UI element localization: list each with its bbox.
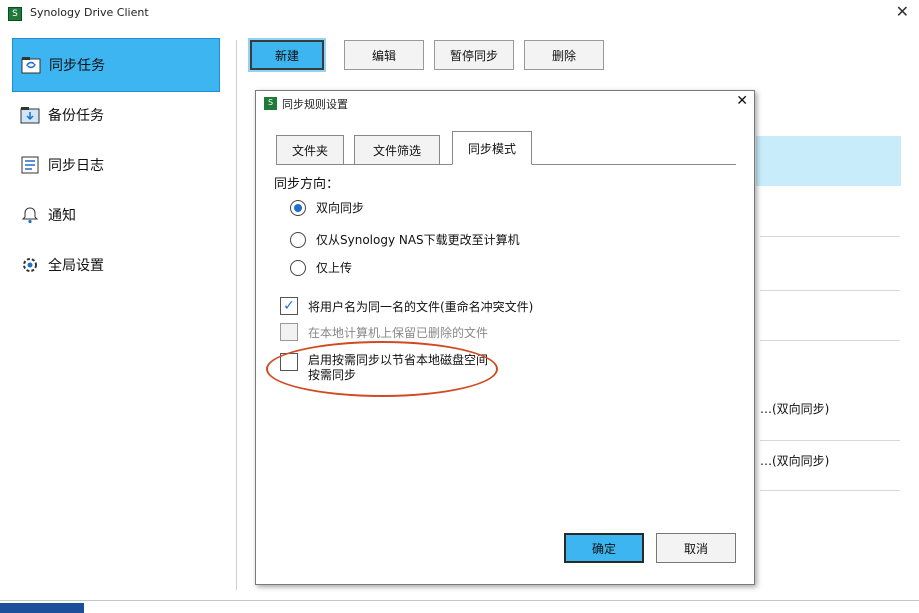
window-close-button[interactable]: ✕ (896, 2, 909, 21)
dialog-close-button[interactable]: ✕ (736, 93, 748, 109)
radio-two-way[interactable]: 双向同步 (290, 199, 364, 216)
window-title: Synology Drive Client (30, 6, 149, 19)
backup-folder-icon (20, 105, 40, 125)
dialog-title: 同步规则设置 (282, 98, 348, 111)
checkbox-label: 在本地计算机上保留已删除的文件 (308, 325, 489, 340)
sidebar: 同步任务 备份任务 同步日志 通知 全局设置 (0, 30, 230, 600)
sidebar-item-sync-tasks[interactable]: 同步任务 (12, 38, 220, 92)
radio-label: 双向同步 (316, 201, 365, 215)
ok-button[interactable]: 确定 (564, 533, 644, 563)
tab-folder[interactable]: 文件夹 (276, 135, 344, 165)
gear-icon (20, 255, 40, 275)
taskbar-indicator (0, 603, 84, 613)
checkbox[interactable]: ✓ (280, 297, 298, 315)
sync-folder-icon (21, 55, 41, 75)
task-row-status: …(双向同步) (760, 454, 830, 468)
dialog-app-icon: S (264, 97, 277, 110)
log-icon (20, 155, 40, 175)
checkbox-rename-conflict[interactable]: ✓ 将用户名为同一名的文件(重命名冲突文件) (280, 297, 533, 315)
tab-file-filter[interactable]: 文件筛选 (354, 135, 440, 165)
list-divider (760, 290, 900, 291)
list-divider (760, 440, 900, 441)
sidebar-item-notifications[interactable]: 通知 (12, 200, 220, 230)
checkbox (280, 323, 298, 341)
sidebar-item-label: 通知 (48, 208, 76, 224)
sidebar-item-label: 备份任务 (48, 108, 104, 124)
selected-task-row[interactable] (756, 136, 901, 186)
sidebar-divider (236, 40, 237, 590)
radio-upload-only[interactable]: 仅上传 (290, 259, 352, 276)
radio-button[interactable] (290, 199, 306, 216)
sidebar-item-label: 全局设置 (48, 258, 104, 274)
checkbox-label: 将用户名为同一名的文件(重命名冲突文件) (308, 299, 534, 314)
cancel-button[interactable]: 取消 (656, 533, 736, 563)
dialog-tabs: 文件夹 文件筛选 同步模式 (276, 131, 736, 165)
sidebar-item-label: 同步日志 (48, 158, 104, 174)
list-divider (760, 236, 900, 237)
status-bar (0, 600, 919, 613)
radio-download-only[interactable]: 仅从Synology NAS下载更改至计算机 (290, 231, 520, 248)
checkbox-keep-deleted: 在本地计算机上保留已删除的文件 (280, 323, 488, 341)
sidebar-item-label: 同步任务 (49, 58, 105, 74)
annotation-ellipse (266, 341, 498, 397)
sidebar-item-sync-log[interactable]: 同步日志 (12, 150, 220, 180)
radio-button[interactable] (290, 259, 306, 276)
sidebar-item-backup-tasks[interactable]: 备份任务 (12, 100, 220, 130)
tab-sync-mode[interactable]: 同步模式 (452, 131, 532, 165)
bell-icon (20, 205, 40, 225)
new-task-button[interactable]: 新建 (248, 38, 326, 72)
radio-label: 仅上传 (316, 261, 353, 275)
sync-rule-dialog: S 同步规则设置 ✕ 文件夹 文件筛选 同步模式 同步方向： 双向同步 仅从Sy… (255, 90, 755, 585)
radio-button[interactable] (290, 231, 306, 248)
pause-sync-button[interactable]: 暂停同步 (434, 40, 514, 70)
radio-label: 仅从Synology NAS下载更改至计算机 (316, 233, 520, 247)
sidebar-item-global-settings[interactable]: 全局设置 (12, 250, 220, 280)
sync-direction-label: 同步方向： (274, 177, 340, 192)
list-divider (760, 490, 900, 491)
title-bar: S Synology Drive Client ✕ (0, 0, 919, 28)
task-row-status: …(双向同步) (760, 402, 830, 416)
delete-task-button[interactable]: 删除 (524, 40, 604, 70)
edit-task-button[interactable]: 编辑 (344, 40, 424, 70)
list-divider (760, 340, 900, 341)
app-icon: S (8, 7, 22, 21)
